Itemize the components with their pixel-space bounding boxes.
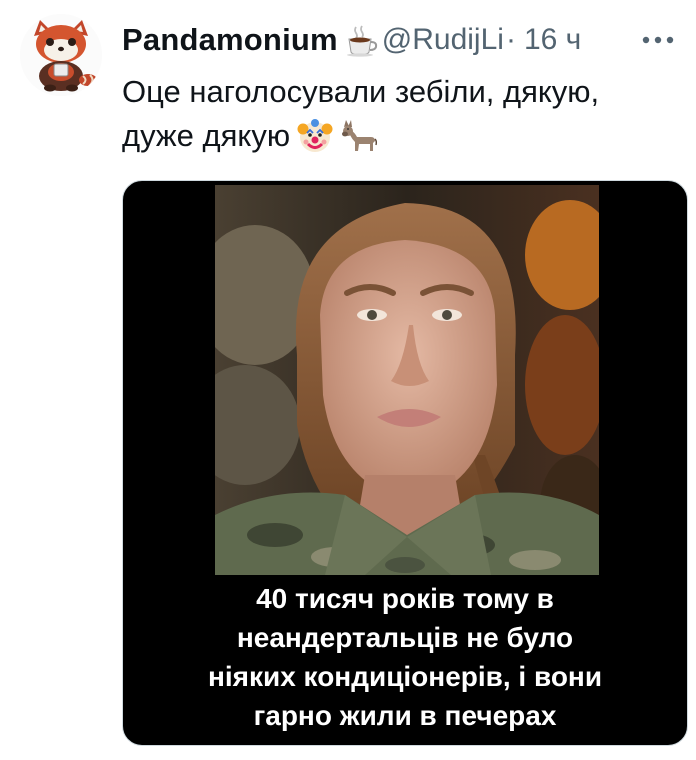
- tweet[interactable]: Pandamonium @RudijLi · 16 ч Оце наголосу…: [0, 0, 696, 760]
- red-panda-avatar-icon: [20, 14, 102, 96]
- image-caption: 40 тисяч років тому в неандертальців не …: [123, 579, 687, 735]
- coffee-cup-emoji-icon: [344, 23, 378, 57]
- author-handle[interactable]: @RudijLi: [382, 23, 504, 57]
- donkey-emoji-icon: [340, 117, 378, 155]
- tweet-media-image[interactable]: 40 тисяч років тому в неандертальців не …: [122, 180, 688, 746]
- caption-line: ніяких кондиціонерів, і вони: [207, 661, 603, 692]
- more-dots-icon: [642, 36, 674, 44]
- tweet-text: Оце наголосували зебіли, дякую, дуже дяк…: [122, 70, 682, 158]
- author-display-name[interactable]: Pandamonium: [122, 22, 338, 58]
- caption-line: 40 тисяч років тому в: [256, 583, 554, 614]
- portrait-photo: [215, 185, 599, 575]
- caption-line: неандертальців не було: [236, 622, 574, 653]
- tweet-text-line: Оце наголосували зебіли, дякую,: [122, 74, 600, 109]
- clown-face-emoji-icon: [296, 117, 334, 155]
- more-options-button[interactable]: [638, 25, 678, 55]
- separator-dot: ·: [505, 23, 516, 56]
- tweet-text-line-content: дуже дякую: [122, 118, 291, 153]
- tweet-header: Pandamonium @RudijLi · 16 ч: [122, 18, 678, 62]
- avatar[interactable]: [20, 14, 102, 96]
- timestamp[interactable]: 16 ч: [524, 23, 581, 57]
- tweet-text-line-2: дуже дякую: [122, 114, 682, 158]
- caption-line: гарно жили в печерах: [253, 700, 557, 731]
